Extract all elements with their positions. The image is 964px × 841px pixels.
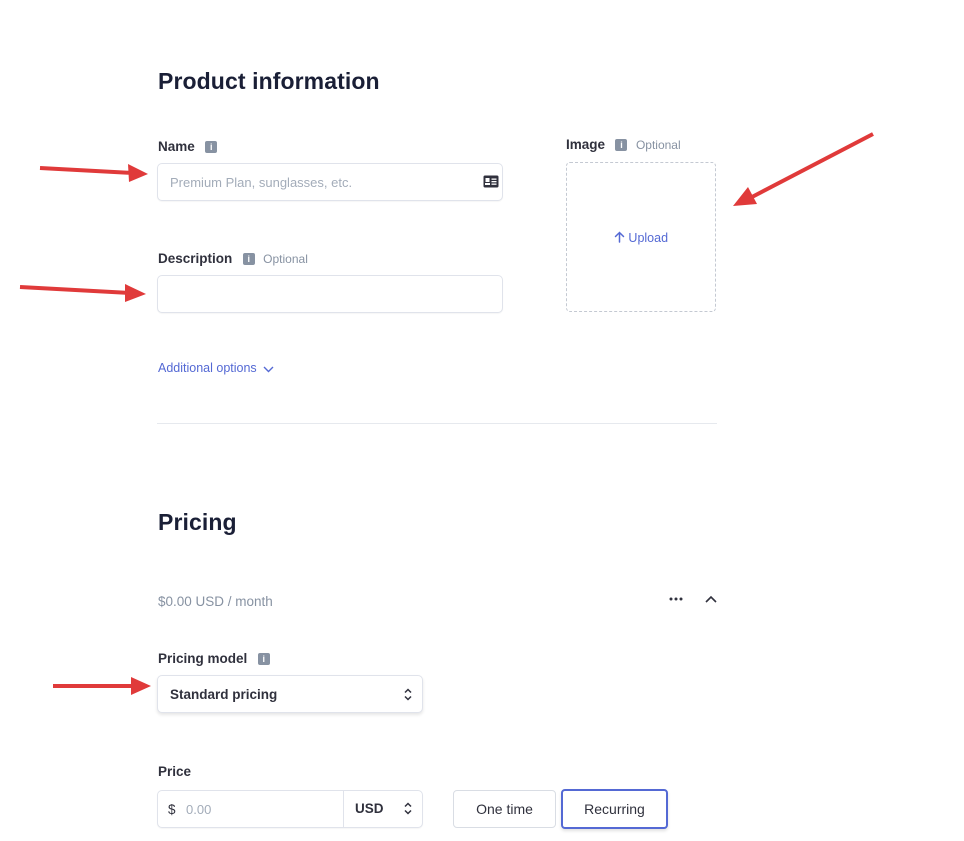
pricing-model-label: Pricing model xyxy=(158,651,248,666)
info-icon[interactable]: i xyxy=(205,140,218,153)
image-label-row: Image i Optional xyxy=(566,136,681,154)
upload-arrow-icon xyxy=(614,231,625,246)
image-upload-dropzone[interactable]: Upload xyxy=(566,162,716,312)
description-label-row: Description i Optional xyxy=(158,250,308,268)
annotation-arrow xyxy=(19,284,146,302)
name-placeholder: Premium Plan, sunglasses, etc. xyxy=(170,175,353,190)
annotation-arrows xyxy=(19,132,874,695)
currency-select[interactable]: USD xyxy=(344,791,422,827)
select-updown-icon xyxy=(403,687,413,707)
name-input[interactable]: Premium Plan, sunglasses, etc. xyxy=(157,163,503,201)
annotation-arrow xyxy=(733,132,874,206)
chevron-down-icon xyxy=(263,362,274,376)
select-updown-icon xyxy=(403,801,413,821)
info-icon[interactable]: i xyxy=(257,652,270,665)
currency-symbol: $ xyxy=(168,802,176,817)
name-label: Name xyxy=(158,139,195,154)
pricing-summary: $0.00 USD / month xyxy=(158,594,273,609)
info-icon[interactable]: i xyxy=(242,252,255,265)
annotation-arrow xyxy=(39,164,148,182)
annotation-arrow xyxy=(53,677,151,695)
recurring-label: Recurring xyxy=(584,801,645,817)
product-information-title: Product information xyxy=(158,68,380,94)
description-input[interactable] xyxy=(157,275,503,313)
additional-options-label: Additional options xyxy=(158,361,257,375)
pricing-model-label-row: Pricing model i xyxy=(158,650,270,668)
info-icon[interactable]: i xyxy=(615,138,628,151)
recurring-button[interactable]: Recurring xyxy=(561,789,668,829)
one-time-label: One time xyxy=(476,801,533,817)
additional-options-toggle[interactable]: Additional options xyxy=(158,361,274,376)
name-label-row: Name i xyxy=(158,138,218,156)
one-time-button[interactable]: One time xyxy=(453,790,556,828)
upload-label: Upload xyxy=(628,231,669,245)
image-label: Image xyxy=(566,137,606,152)
description-optional: Optional xyxy=(263,252,308,266)
pricing-model-select[interactable]: Standard pricing xyxy=(157,675,423,713)
contact-card-icon[interactable] xyxy=(483,175,499,193)
pricing-model-value: Standard pricing xyxy=(170,687,278,702)
price-input-group: $ 0.00 USD xyxy=(157,790,423,828)
price-input[interactable]: 0.00 xyxy=(186,802,211,817)
chevron-up-icon[interactable] xyxy=(704,592,718,610)
description-label: Description xyxy=(158,251,233,266)
price-label: Price xyxy=(158,764,192,779)
pricing-title: Pricing xyxy=(158,509,237,535)
more-dots-icon[interactable] xyxy=(668,590,684,611)
section-divider xyxy=(157,423,717,424)
upload-button[interactable]: Upload xyxy=(567,231,715,246)
image-optional: Optional xyxy=(635,138,681,152)
currency-value: USD xyxy=(355,801,384,816)
